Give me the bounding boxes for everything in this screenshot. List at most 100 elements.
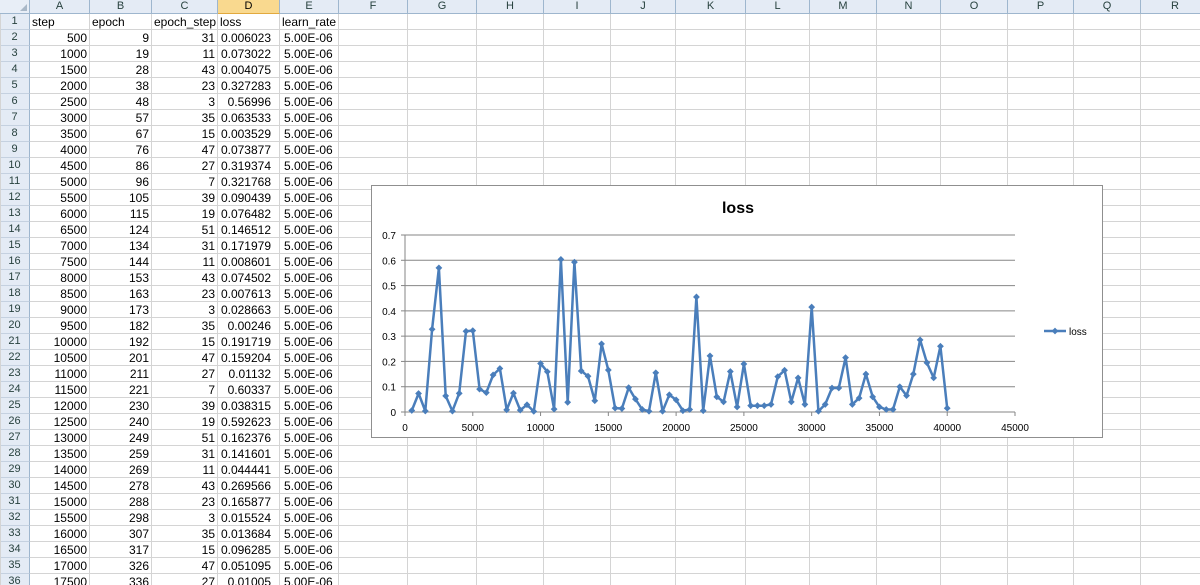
cell-a29[interactable]: 14000 (32, 462, 87, 478)
row-header-7[interactable]: 7 (0, 110, 30, 126)
cell-b35[interactable]: 326 (92, 558, 149, 574)
column-header-l[interactable]: L (746, 0, 810, 14)
cell-b2[interactable]: 9 (92, 30, 149, 46)
column-header-k[interactable]: K (676, 0, 746, 14)
cell-a2[interactable]: 500 (32, 30, 87, 46)
cell-c13[interactable]: 19 (154, 206, 215, 222)
cell-a26[interactable]: 12500 (32, 414, 87, 430)
cell-e25[interactable]: 5.00E-06 (284, 398, 333, 414)
cell-d28[interactable]: 0.141601 (220, 446, 271, 462)
row-header-5[interactable]: 5 (0, 78, 30, 94)
cell-a13[interactable]: 6000 (32, 206, 87, 222)
cell-a27[interactable]: 13000 (32, 430, 87, 446)
cell-d31[interactable]: 0.165877 (220, 494, 271, 510)
cell-e28[interactable]: 5.00E-06 (284, 446, 333, 462)
cell-d2[interactable]: 0.006023 (220, 30, 271, 46)
row-header-19[interactable]: 19 (0, 302, 30, 318)
cell-b3[interactable]: 19 (92, 46, 149, 62)
row-header-26[interactable]: 26 (0, 414, 30, 430)
cell-b19[interactable]: 173 (92, 302, 149, 318)
cell-a10[interactable]: 4500 (32, 158, 87, 174)
cell-d8[interactable]: 0.003529 (220, 126, 271, 142)
column-header-q[interactable]: Q (1074, 0, 1141, 14)
row-header-20[interactable]: 20 (0, 318, 30, 334)
cell-e17[interactable]: 5.00E-06 (284, 270, 333, 286)
cell-c12[interactable]: 39 (154, 190, 215, 206)
cell-c10[interactable]: 27 (154, 158, 215, 174)
header-cell-step[interactable]: step (32, 14, 55, 30)
cell-a11[interactable]: 5000 (32, 174, 87, 190)
cell-a15[interactable]: 7000 (32, 238, 87, 254)
cell-c2[interactable]: 31 (154, 30, 215, 46)
header-cell-epoch[interactable]: epoch (92, 14, 125, 30)
spreadsheet[interactable]: ABCDEFGHIJKLMNOPQR 1 2 3 4 5 6 7 8 9 10 11 12 13 14 15… (0, 0, 1200, 585)
cell-e18[interactable]: 5.00E-06 (284, 286, 333, 302)
row-header-23[interactable]: 23 (0, 366, 30, 382)
cell-d13[interactable]: 0.076482 (220, 206, 271, 222)
cell-c32[interactable]: 3 (154, 510, 215, 526)
cell-e14[interactable]: 5.00E-06 (284, 222, 333, 238)
row-header-31[interactable]: 31 (0, 494, 30, 510)
column-header-i[interactable]: I (544, 0, 611, 14)
cell-d18[interactable]: 0.007613 (220, 286, 271, 302)
cell-e21[interactable]: 5.00E-06 (284, 334, 333, 350)
row-header-9[interactable]: 9 (0, 142, 30, 158)
cell-e35[interactable]: 5.00E-06 (284, 558, 333, 574)
row-header-29[interactable]: 29 (0, 462, 30, 478)
column-header-j[interactable]: J (611, 0, 676, 14)
cell-a28[interactable]: 13500 (32, 446, 87, 462)
cell-c7[interactable]: 35 (154, 110, 215, 126)
cell-c3[interactable]: 11 (154, 46, 215, 62)
cell-a8[interactable]: 3500 (32, 126, 87, 142)
column-header-c[interactable]: C (152, 0, 218, 14)
cell-a16[interactable]: 7500 (32, 254, 87, 270)
cell-e30[interactable]: 5.00E-06 (284, 478, 333, 494)
cell-e12[interactable]: 5.00E-06 (284, 190, 333, 206)
row-header-25[interactable]: 25 (0, 398, 30, 414)
row-header-6[interactable]: 6 (0, 94, 30, 110)
cell-c6[interactable]: 3 (154, 94, 215, 110)
cell-c35[interactable]: 47 (154, 558, 215, 574)
row-header-3[interactable]: 3 (0, 46, 30, 62)
cell-a21[interactable]: 10000 (32, 334, 87, 350)
cell-a6[interactable]: 2500 (32, 94, 87, 110)
cell-d29[interactable]: 0.044441 (220, 462, 271, 478)
cell-a4[interactable]: 1500 (32, 62, 87, 78)
cell-e26[interactable]: 5.00E-06 (284, 414, 333, 430)
cell-e33[interactable]: 5.00E-06 (284, 526, 333, 542)
row-header-18[interactable]: 18 (0, 286, 30, 302)
cell-e4[interactable]: 5.00E-06 (284, 62, 333, 78)
cell-b17[interactable]: 153 (92, 270, 149, 286)
cell-e24[interactable]: 5.00E-06 (284, 382, 333, 398)
cell-e27[interactable]: 5.00E-06 (284, 430, 333, 446)
row-header-34[interactable]: 34 (0, 542, 30, 558)
cell-d5[interactable]: 0.327283 (220, 78, 271, 94)
cell-c17[interactable]: 43 (154, 270, 215, 286)
cell-e7[interactable]: 5.00E-06 (284, 110, 333, 126)
cell-b36[interactable]: 336 (92, 574, 149, 585)
cell-a17[interactable]: 8000 (32, 270, 87, 286)
cell-b27[interactable]: 249 (92, 430, 149, 446)
cell-b9[interactable]: 76 (92, 142, 149, 158)
cell-c31[interactable]: 23 (154, 494, 215, 510)
row-header-12[interactable]: 12 (0, 190, 30, 206)
cell-a30[interactable]: 14500 (32, 478, 87, 494)
cell-c27[interactable]: 51 (154, 430, 215, 446)
column-header-m[interactable]: M (810, 0, 877, 14)
cell-b18[interactable]: 163 (92, 286, 149, 302)
cell-b25[interactable]: 230 (92, 398, 149, 414)
cell-a32[interactable]: 15500 (32, 510, 87, 526)
row-header-22[interactable]: 22 (0, 350, 30, 366)
cell-e29[interactable]: 5.00E-06 (284, 462, 333, 478)
cell-e5[interactable]: 5.00E-06 (284, 78, 333, 94)
cell-d24[interactable]: 0.60337 (220, 382, 271, 398)
cell-d22[interactable]: 0.159204 (220, 350, 271, 366)
cell-b28[interactable]: 259 (92, 446, 149, 462)
row-header-21[interactable]: 21 (0, 334, 30, 350)
cell-c25[interactable]: 39 (154, 398, 215, 414)
row-header-24[interactable]: 24 (0, 382, 30, 398)
cell-a9[interactable]: 4000 (32, 142, 87, 158)
cell-c36[interactable]: 27 (154, 574, 215, 585)
cell-e16[interactable]: 5.00E-06 (284, 254, 333, 270)
column-header-d[interactable]: D (218, 0, 280, 14)
